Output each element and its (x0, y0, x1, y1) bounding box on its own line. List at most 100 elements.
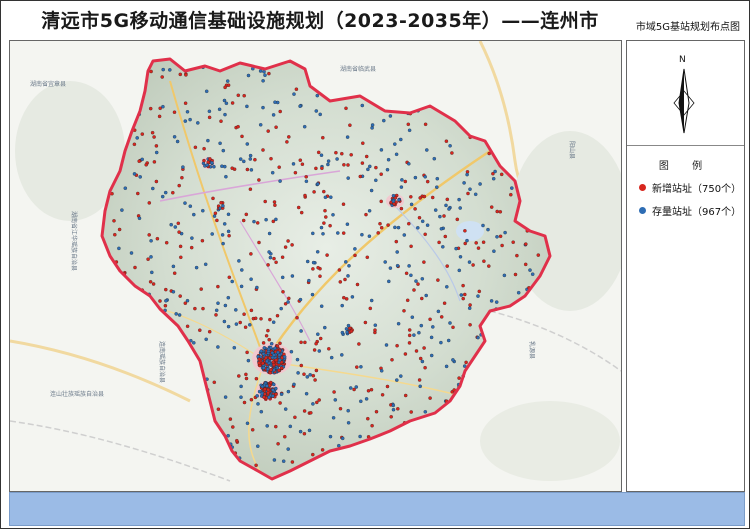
site-marker (266, 390, 270, 395)
site-marker (368, 164, 372, 169)
site-marker (407, 264, 411, 268)
site-marker (444, 139, 449, 143)
site-marker (234, 322, 239, 326)
site-marker (389, 415, 393, 419)
site-marker (445, 285, 449, 289)
site-marker (445, 197, 450, 202)
site-marker (207, 109, 212, 114)
site-marker (316, 265, 320, 270)
site-marker (316, 332, 320, 336)
site-marker (374, 165, 378, 170)
site-marker (150, 270, 154, 275)
site-marker (299, 210, 304, 215)
site-marker (318, 274, 322, 278)
north-arrow-icon (673, 68, 695, 134)
site-marker (334, 150, 338, 155)
site-marker (374, 409, 379, 414)
site-marker (274, 260, 278, 265)
site-marker (435, 185, 439, 189)
site-marker (244, 372, 248, 377)
site-marker (205, 163, 209, 167)
site-marker (223, 164, 227, 169)
site-marker (428, 396, 432, 400)
site-marker (259, 349, 264, 353)
site-marker (269, 380, 273, 385)
site-marker (454, 246, 458, 251)
site-marker (407, 221, 411, 226)
site-marker (136, 191, 140, 196)
site-marker (221, 148, 226, 153)
site-marker (437, 240, 441, 245)
site-marker (442, 214, 446, 218)
legend-item-existing-site: 存量站址（967个） (639, 203, 741, 218)
site-marker (395, 250, 399, 254)
site-marker (177, 230, 181, 234)
site-marker (231, 425, 235, 429)
site-marker (487, 264, 491, 268)
site-marker (383, 260, 387, 264)
site-marker (524, 242, 528, 246)
site-marker (340, 151, 344, 156)
site-marker (245, 104, 249, 109)
site-marker (367, 209, 372, 213)
site-marker (489, 205, 494, 209)
site-marker (137, 216, 142, 221)
site-marker (396, 321, 401, 326)
site-marker (376, 231, 380, 235)
site-marker (409, 410, 413, 414)
site-marker (407, 162, 411, 166)
site-marker (117, 227, 122, 232)
site-marker (299, 363, 304, 368)
site-marker (226, 229, 231, 234)
site-marker (244, 212, 249, 217)
site-marker (217, 107, 222, 112)
site-marker (444, 364, 449, 369)
map-canvas[interactable]: 湖南省临武县 湖南省宜章县 阳山县 湖南省江华瑶族自治县 连山壮族瑶族自治县 连… (10, 41, 621, 491)
site-marker (295, 357, 300, 362)
site-marker (160, 194, 165, 199)
site-marker (407, 328, 412, 332)
site-marker (406, 122, 411, 127)
site-marker (158, 299, 162, 303)
site-marker (318, 336, 323, 341)
site-marker (327, 347, 331, 351)
site-marker (365, 255, 370, 260)
map-label: 湖南省江华瑶族自治县 (70, 211, 78, 271)
site-marker (212, 380, 217, 385)
site-marker (418, 356, 423, 361)
site-marker (370, 423, 374, 428)
site-marker (451, 325, 455, 330)
site-marker (263, 199, 267, 204)
site-marker (412, 288, 416, 292)
site-marker (133, 265, 137, 270)
site-marker (498, 210, 503, 214)
map-label: 湖南省宜章县 (30, 80, 66, 88)
site-marker (178, 294, 182, 298)
site-marker (172, 135, 177, 139)
map-panel[interactable]: 湖南省临武县 湖南省宜章县 阳山县 湖南省江华瑶族自治县 连山壮族瑶族自治县 连… (9, 40, 622, 492)
site-marker (223, 303, 228, 308)
site-marker (288, 424, 293, 429)
site-marker (281, 290, 285, 294)
site-marker (164, 299, 168, 303)
site-marker (393, 142, 397, 146)
site-marker (287, 296, 291, 301)
site-marker (326, 159, 331, 163)
site-marker (246, 358, 251, 363)
site-marker (468, 187, 472, 191)
site-marker (459, 293, 464, 297)
site-marker (240, 134, 244, 139)
site-marker (253, 157, 257, 162)
site-marker (242, 93, 246, 98)
site-marker (367, 234, 372, 238)
site-marker (451, 358, 455, 362)
site-marker (342, 295, 346, 300)
site-marker (206, 138, 210, 143)
site-marker (243, 325, 248, 329)
site-marker (290, 274, 295, 278)
site-marker (425, 148, 429, 152)
site-marker (409, 195, 413, 199)
site-marker (407, 341, 412, 345)
site-marker (387, 279, 391, 284)
site-marker (132, 142, 137, 147)
